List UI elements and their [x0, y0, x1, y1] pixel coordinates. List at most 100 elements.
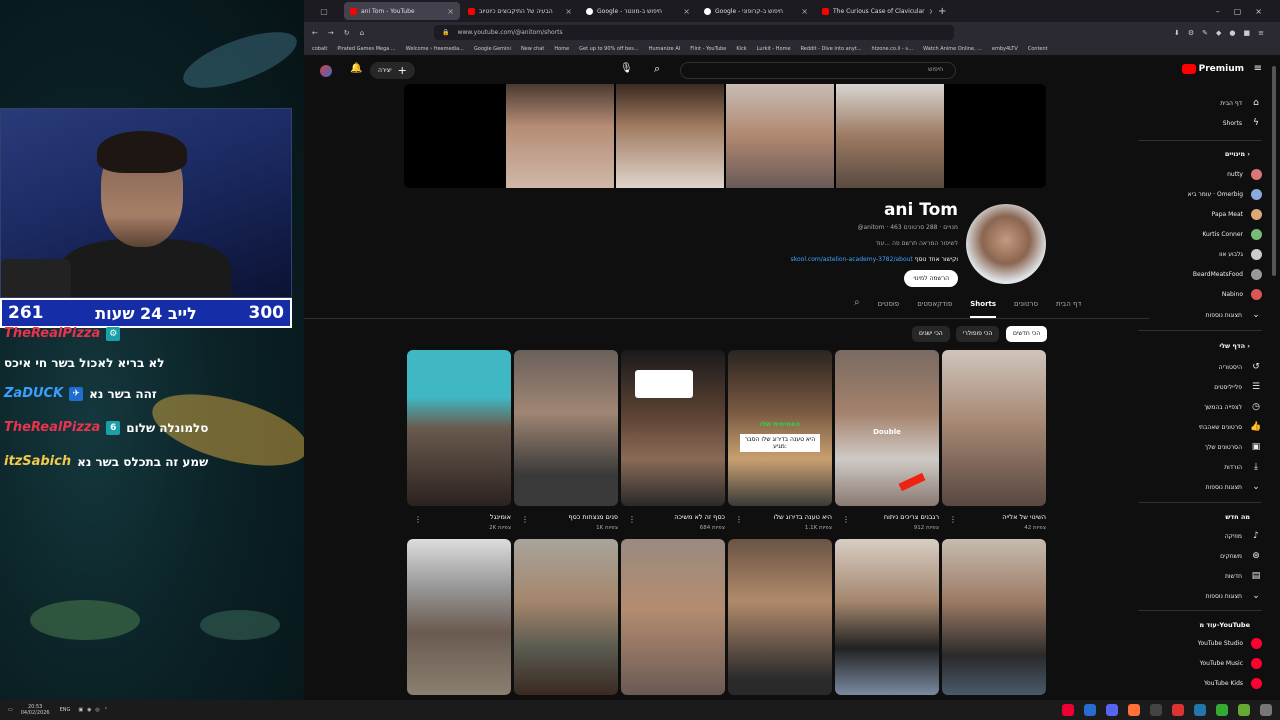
subscriptions-header[interactable]: מינויים ›	[1225, 150, 1250, 158]
short-thumbnail[interactable]	[407, 350, 511, 506]
bookmark[interactable]: Home	[554, 46, 569, 52]
sidebar-sub[interactable]: Kurtis Conner	[1202, 229, 1262, 240]
extension-icons[interactable]: ⬇⚙✎◆●■≡	[1174, 29, 1272, 37]
back-arrow-icon[interactable]: ←	[312, 29, 318, 37]
show-more-subs[interactable]: תצוגות נוספות ⌄	[1206, 309, 1262, 321]
short-thumbnail[interactable]	[514, 539, 618, 695]
bookmark[interactable]: Welcome › freemedia...	[406, 46, 464, 52]
sidebar-item-music[interactable]: מוזיקה ♪	[1225, 530, 1262, 542]
sidebar-item-news[interactable]: חדשות ▤	[1225, 570, 1262, 582]
bookmark[interactable]: Google Gemini	[474, 46, 511, 52]
sidebar-item-history[interactable]: היסטוריה ↺	[1219, 361, 1262, 373]
tab-posts[interactable]: פוסטים	[878, 300, 900, 318]
sidebar-item-playlists[interactable]: פלייליסטים ☰	[1214, 381, 1262, 393]
short-thumbnail[interactable]: האמיתית שלו היא טענה בדירוג שלו הסבר מגיע…	[728, 350, 832, 506]
more-vert-icon[interactable]: ⋮	[521, 515, 529, 524]
short-thumbnail[interactable]	[835, 539, 939, 695]
sidebar-item-home[interactable]: דף הבית ⌂	[1220, 97, 1262, 109]
bookmark[interactable]: Content	[1028, 46, 1048, 52]
forward-arrow-icon[interactable]: →	[328, 29, 334, 37]
show-more-you[interactable]: תצוגות נוספות ⌄	[1206, 481, 1262, 493]
bookmark[interactable]: cobalt	[312, 46, 327, 52]
sidebar-sub[interactable]: עומר ביא · Omerbig	[1188, 189, 1262, 200]
sidebar-item-watch-later[interactable]: לצפייה בהמשך ◷	[1204, 401, 1262, 413]
scrollbar[interactable]	[1272, 66, 1276, 276]
tab-ani-tom[interactable]: ani Tom - YouTube ×	[344, 2, 460, 20]
bookmark[interactable]: Humanize AI	[649, 46, 681, 52]
subscribe-button[interactable]: הרשמה למינוי	[904, 270, 958, 287]
bookmark[interactable]: Lurkit - Home	[757, 46, 791, 52]
tab-home[interactable]: דף הבית	[1056, 300, 1081, 318]
tab-shorts[interactable]: Shorts	[970, 300, 997, 318]
tab-4[interactable]: Google - חיפוש ב-קרופוני ×	[698, 2, 814, 20]
discord-icon[interactable]	[1106, 704, 1118, 716]
app-icon[interactable]	[1216, 704, 1228, 716]
sidebar-sub[interactable]: גלבוע אוו	[1219, 249, 1262, 260]
sidebar-sub[interactable]: Papa Meat	[1212, 209, 1262, 220]
bookmark[interactable]: emby4LTV	[992, 46, 1018, 52]
chat-icon[interactable]: ▭	[8, 707, 13, 713]
short-title[interactable]: אומינגל	[407, 513, 511, 521]
window-controls[interactable]: –▢×	[1216, 7, 1280, 16]
close-icon[interactable]: ×	[447, 7, 454, 16]
close-icon[interactable]: ×	[929, 7, 932, 16]
sidebar-item-your-videos[interactable]: הסרטונים שלך ▣	[1205, 441, 1262, 453]
sidebar-item-music-app[interactable]: YouTube Music	[1200, 658, 1262, 669]
chip-newest[interactable]: הכי חדשים	[1006, 326, 1048, 342]
channel-avatar[interactable]	[966, 204, 1046, 284]
tab-videos[interactable]: סרטונים	[1014, 300, 1038, 318]
home-icon[interactable]: ⌂	[360, 29, 364, 37]
bookmark[interactable]: Get up to 90% off bes...	[579, 46, 638, 52]
chip-oldest[interactable]: הכי ישנים	[912, 326, 950, 342]
short-thumbnail[interactable]: Double	[835, 350, 939, 506]
short-title[interactable]: כסף זה לא משיכה	[621, 513, 725, 521]
sidebar-item-downloads[interactable]: הורדות ⤓	[1224, 461, 1262, 473]
sidebar-sub[interactable]: BeardMeatsFood	[1193, 269, 1262, 280]
channel-link[interactable]: skool.com/astelion-academy-3782/about	[791, 256, 913, 263]
tab-list-icon[interactable]: ▢	[304, 7, 344, 16]
more-vert-icon[interactable]: ⋮	[842, 515, 850, 524]
app-icon[interactable]	[1150, 704, 1162, 716]
close-icon[interactable]: ×	[801, 7, 808, 16]
sidebar-item-liked[interactable]: סרטונים שאהבתי 👍	[1199, 421, 1262, 433]
more-vert-icon[interactable]: ⋮	[628, 515, 636, 524]
bookmark[interactable]: htzone.co.il - פ...	[872, 46, 914, 52]
menu-icon[interactable]: ≡	[1254, 63, 1262, 74]
bell-icon[interactable]: 🔔	[350, 63, 362, 74]
tab-2[interactable]: הבעיה של התיקבוצים כיוטיוב ×	[462, 2, 578, 20]
bookmark[interactable]: Pirated Games Mega ...	[337, 46, 395, 52]
app-icon[interactable]	[1238, 704, 1250, 716]
short-thumbnail[interactable]	[942, 350, 1046, 506]
close-icon[interactable]: ×	[683, 7, 690, 16]
channel-description[interactable]: לשיפור המראה תרשם פה ...עוד	[876, 240, 958, 247]
short-thumbnail[interactable]	[621, 350, 725, 506]
tab-3[interactable]: Google - חיפוש ב-מונטר ×	[580, 2, 696, 20]
sidebar-sub[interactable]: nutty	[1227, 169, 1262, 180]
bookmark[interactable]: Kick	[736, 46, 746, 52]
sidebar-item-kids[interactable]: YouTube Kids	[1204, 678, 1262, 689]
app-icon[interactable]	[1084, 704, 1096, 716]
short-thumbnail[interactable]	[942, 539, 1046, 695]
bookmark[interactable]: New chat	[521, 46, 544, 52]
tab-5[interactable]: The Curious Case of Clavicular ×	[816, 2, 932, 20]
reload-icon[interactable]: ↻	[344, 29, 350, 37]
language-indicator[interactable]: ENG	[60, 707, 71, 713]
sidebar-item-gaming[interactable]: משחקים ⊛	[1220, 550, 1262, 562]
firefox-icon[interactable]	[1128, 704, 1140, 716]
avatar[interactable]	[320, 65, 332, 77]
sidebar-item-studio[interactable]: YouTube Studio	[1198, 638, 1262, 649]
channel-link-suffix[interactable]: וקישור אחד נוסף	[915, 256, 958, 263]
more-vert-icon[interactable]: ⋮	[949, 515, 957, 524]
sidebar-sub[interactable]: Nabino	[1222, 289, 1262, 300]
more-vert-icon[interactable]: ⋮	[735, 515, 743, 524]
show-more-explore[interactable]: תצוגות נוספות ⌄	[1206, 590, 1262, 602]
youtube-premium-logo[interactable]: Premium	[1181, 64, 1244, 74]
mic-icon[interactable]: 🎙	[620, 63, 633, 74]
tab-podcasts[interactable]: פודקאסטים	[917, 300, 952, 318]
app-icon[interactable]	[1172, 704, 1184, 716]
short-thumbnail[interactable]	[514, 350, 618, 506]
short-thumbnail[interactable]	[621, 539, 725, 695]
new-tab-plus-icon[interactable]: +	[938, 6, 946, 17]
tray-icons[interactable]: ▣◉◎⌃	[78, 707, 112, 713]
sidebar-item-shorts[interactable]: Shorts ϟ	[1223, 117, 1262, 129]
